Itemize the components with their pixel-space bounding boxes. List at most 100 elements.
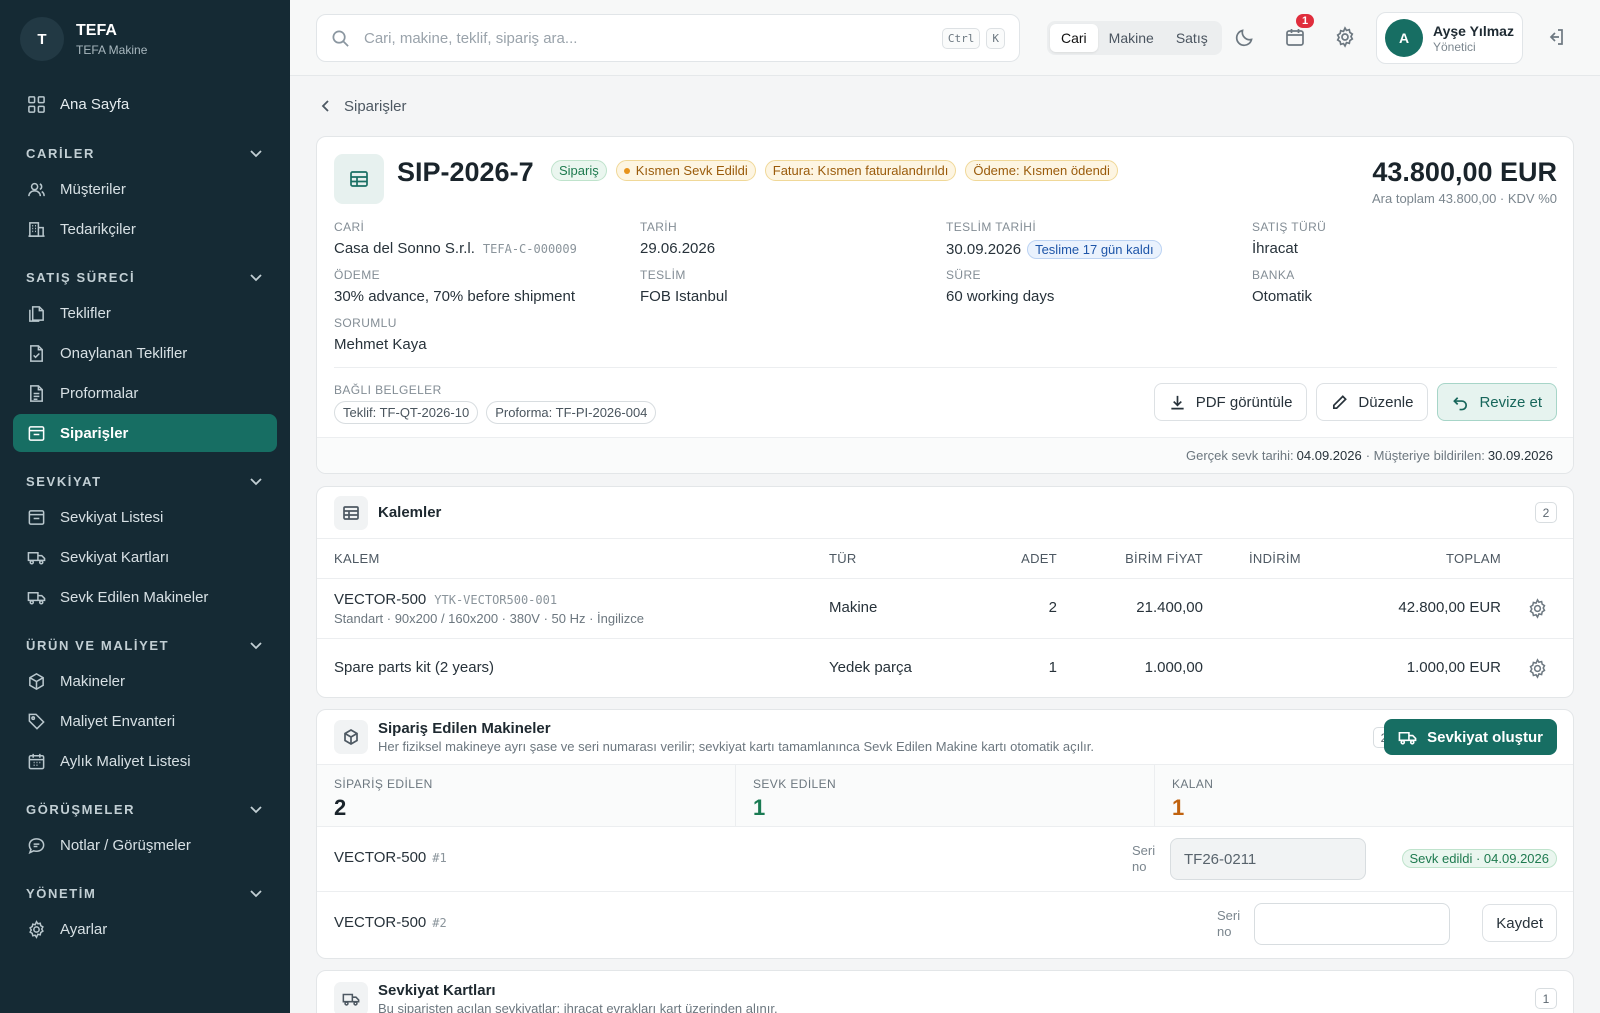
field-label: TESLİM TARİHİ: [946, 220, 1037, 234]
sidebar-item-teklifler[interactable]: Teklifler: [13, 294, 277, 332]
field-value: FOB Istanbul: [640, 288, 728, 305]
scope-tab-satis[interactable]: Satış: [1165, 24, 1219, 52]
sidebar-item-home[interactable]: Ana Sayfa: [0, 84, 290, 124]
items-header: Kalemler 2: [317, 487, 1573, 539]
button-label: PDF görüntüle: [1195, 393, 1293, 411]
sidebar-item-siparisler[interactable]: Siparişler: [13, 414, 277, 452]
linked-doc-quote[interactable]: Teklif: TF-QT-2026-10: [334, 401, 479, 424]
sidebar-section-toggle[interactable]: CARİLER: [0, 138, 290, 168]
item-settings-button[interactable]: [1527, 598, 1548, 623]
global-search[interactable]: Ctrl K: [316, 14, 1020, 62]
settings-button[interactable]: [1334, 26, 1358, 50]
logout-button[interactable]: [1545, 26, 1569, 50]
sidebar-item-label: Müşteriler: [60, 180, 126, 198]
sidebar-section-yonetim: YÖNETİM Ayarlar: [0, 878, 290, 948]
pdf-view-button[interactable]: PDF görüntüle: [1153, 383, 1308, 421]
linked-doc-proforma[interactable]: Proforma: TF-PI-2026-004: [486, 401, 657, 424]
scope-tab-cari[interactable]: Cari: [1050, 24, 1098, 52]
cari-code: TEFA-C-000009: [482, 241, 577, 256]
sidebar-section-sevkiyat: SEVKİYAT Sevkiyat Listesi Sevkiyat Kartl…: [0, 466, 290, 616]
sidebar-item-label: Sevkiyat Listesi: [60, 508, 164, 526]
truck-icon: [1398, 731, 1417, 745]
section-title: ÜRÜN VE MALİYET: [26, 637, 170, 653]
button-label: Sevkiyat oluştur: [1427, 728, 1543, 746]
sidebar-item-ayarlar[interactable]: Ayarlar: [13, 910, 277, 948]
stat-value: 2: [334, 795, 347, 820]
sidebar-item-maliyet-envanteri[interactable]: Maliyet Envanteri: [13, 702, 277, 740]
shortcut-ctrl-key: Ctrl: [941, 27, 981, 49]
shipping-dates-footer: Gerçek sevk tarihi: 04.09.2026 · Müşteriy…: [317, 437, 1573, 473]
section-subtitle: Bu siparişten açılan sevkiyatlar; ihraca…: [378, 1001, 778, 1013]
main-content: Siparişler SIP-2026-7 Sipariş Kısmen Sev…: [316, 76, 1574, 1013]
field-value: Otomatik: [1252, 288, 1313, 305]
button-label: Revize et: [1479, 393, 1542, 411]
save-button[interactable]: Kaydet: [1482, 904, 1557, 942]
search-input[interactable]: [364, 29, 936, 47]
field-sure: SÜRE 60 working days: [946, 268, 1054, 305]
sidebar-section-toggle[interactable]: GÖRÜŞMELER: [0, 794, 290, 824]
stat-ordered: SİPARİŞ EDİLEN 2: [317, 765, 736, 826]
table-row[interactable]: Spare parts kit (2 years) Yedek parça 1 …: [317, 639, 1573, 699]
sidebar-item-sevkiyat-kartlari[interactable]: Sevkiyat Kartları: [13, 538, 277, 576]
user-name: Ayşe Yılmaz: [1433, 22, 1514, 39]
order-number: SIP-2026-7: [397, 157, 534, 187]
sidebar-item-proformalar[interactable]: Proformalar: [13, 374, 277, 412]
serial-label-line1: Seri: [1132, 843, 1156, 858]
create-shipment-button[interactable]: Sevkiyat oluştur: [1384, 719, 1557, 755]
sidebar-item-label: Aylık Maliyet Listesi: [60, 752, 191, 770]
sidebar-item-notlar[interactable]: Notlar / Görüşmeler: [13, 826, 277, 864]
serial-number-input[interactable]: [1254, 903, 1450, 945]
sidebar-item-tedarikciler[interactable]: Tedarikçiler: [13, 210, 277, 248]
gear-icon: [1336, 26, 1354, 48]
field-sorumlu: SORUMLU Mehmet Kaya: [334, 316, 427, 353]
sidebar-section-toggle[interactable]: SEVKİYAT: [0, 466, 290, 496]
shipment-cards-header: Sevkiyat Kartları Bu siparişten açılan s…: [317, 971, 1573, 1013]
field-value: Mehmet Kaya: [334, 336, 427, 353]
list-item: VECTOR-500 #2 Seri no Kaydet: [317, 892, 1573, 957]
actual-ship-date: 04.09.2026: [1296, 448, 1362, 463]
item-settings-button[interactable]: [1527, 658, 1548, 683]
sidebar-item-makineler[interactable]: Makineler: [13, 662, 277, 700]
stat-label: SİPARİŞ EDİLEN: [334, 777, 433, 791]
section-subtitle: Her fiziksel makineye ayrı şase ve seri …: [378, 739, 1094, 754]
col-discount: İNDİRİM: [1249, 551, 1301, 566]
user-menu[interactable]: A Ayşe Yılmaz Yönetici: [1376, 12, 1523, 64]
breadcrumb-link[interactable]: Siparişler: [344, 98, 407, 115]
user-role: Yönetici: [1433, 39, 1476, 54]
sidebar-section-toggle[interactable]: ÜRÜN VE MALİYET: [0, 630, 290, 660]
sidebar-item-aylik-maliyet[interactable]: Aylık Maliyet Listesi: [13, 742, 277, 780]
edit-button[interactable]: Düzenle: [1316, 383, 1429, 421]
field-value: 30.09.2026: [946, 241, 1022, 258]
users-icon: [26, 179, 46, 199]
item-spec: Standart · 90x200 / 160x200 · 380V · 50 …: [334, 611, 645, 626]
sidebar-item-musteriler[interactable]: Müşteriler: [13, 170, 277, 208]
sidebar: T TEFA TEFA Makine Ana Sayfa CARİLER Müş…: [0, 0, 290, 1013]
chat-bubble-icon: [26, 835, 46, 855]
revise-button[interactable]: Revize et: [1437, 383, 1557, 421]
breadcrumb[interactable]: Siparişler: [316, 76, 1574, 136]
scope-tab-makine[interactable]: Makine: [1098, 24, 1165, 52]
order-badges: Sipariş Kısmen Sevk Edildi Fatura: Kısme…: [551, 160, 1127, 181]
brand[interactable]: T TEFA TEFA Makine: [0, 0, 290, 78]
table-row[interactable]: VECTOR-500 YTK-VECTOR500-001 Standart · 9…: [317, 579, 1573, 639]
sidebar-item-onaylanan-teklifler[interactable]: Onaylanan Teklifler: [13, 334, 277, 372]
serial-label-line1: Seri: [1217, 908, 1241, 923]
machine-index: #2: [432, 916, 447, 930]
shipment-cards-card: Sevkiyat Kartları Bu siparişten açılan s…: [316, 970, 1574, 1013]
shortcut-k-key: K: [986, 27, 1005, 49]
sidebar-section-toggle[interactable]: YÖNETİM: [0, 878, 290, 908]
order-actions: PDF görüntüle Düzenle Revize et: [1145, 383, 1557, 421]
sidebar-section-toggle[interactable]: SATIŞ SÜRECİ: [0, 262, 290, 292]
calendar-notifications-button[interactable]: 1: [1284, 14, 1315, 50]
sidebar-item-label: Siparişler: [60, 424, 129, 442]
field-label: SÜRE: [946, 268, 981, 282]
theme-toggle-button[interactable]: [1234, 26, 1258, 50]
list-item: VECTOR-500 #1 Serino Sevk edildi · 04.09.…: [317, 827, 1573, 892]
sidebar-item-sevkiyat-listesi[interactable]: Sevkiyat Listesi: [13, 498, 277, 536]
stat-remaining: KALAN 1: [1155, 765, 1573, 826]
chevron-down-icon: [250, 150, 262, 158]
order-summary-card: SIP-2026-7 Sipariş Kısmen Sevk Edildi Fa…: [316, 136, 1574, 474]
button-label: Düzenle: [1358, 393, 1414, 411]
cari-link[interactable]: Casa del Sonno S.r.l.: [334, 240, 475, 257]
sidebar-item-sevk-edilen-makineler[interactable]: Sevk Edilen Makineler: [13, 578, 277, 616]
